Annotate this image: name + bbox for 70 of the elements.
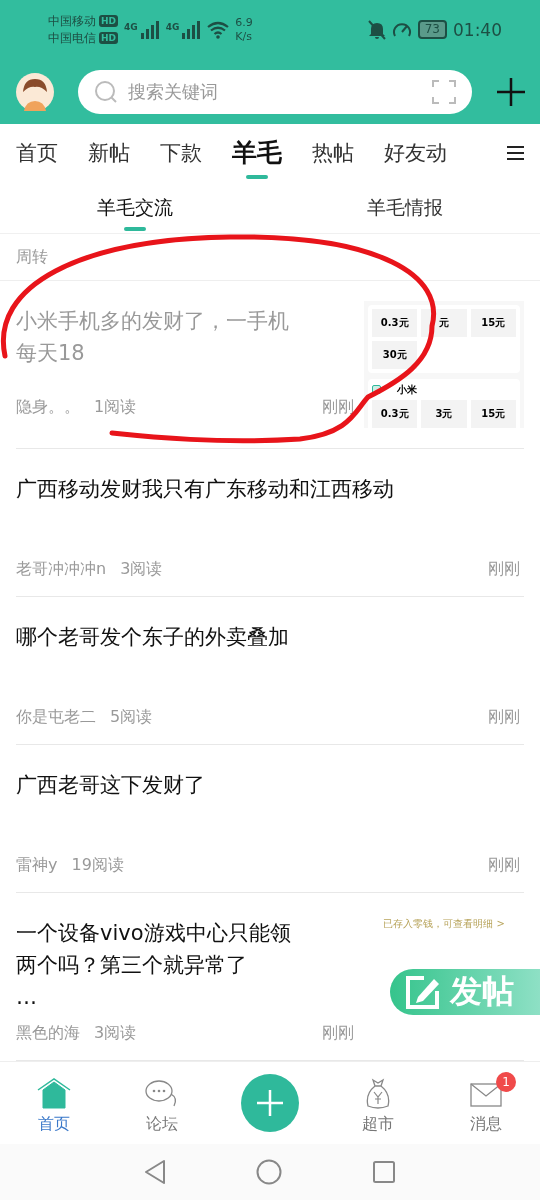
network-type: 4G [165,21,180,32]
post-time: 刚刚 [488,707,520,728]
edit-icon [404,973,442,1011]
search-icon [94,79,118,104]
amount-option: 30元 [372,341,418,369]
read-count: 19阅读 [71,855,124,876]
plus-icon [255,1088,285,1119]
home-button-icon[interactable] [256,1159,282,1186]
amount-option: 15元 [470,309,516,337]
read-count: 3阅读 [94,1023,137,1044]
post-title[interactable]: 哪个老哥发个东子的外卖叠加 [16,621,524,653]
menu-icon[interactable] [507,143,524,162]
avatar-icon[interactable] [16,72,54,111]
hd-badge: HD [99,32,118,45]
post-time: 刚刚 [322,1023,354,1044]
post-time: 刚刚 [488,559,520,580]
amount-option: 15元 [470,400,516,428]
amount-option: 0.3元 [372,309,418,337]
sub-tab[interactable]: 羊毛情报 [367,184,443,231]
network-speed: K/s [235,29,253,44]
category-tab[interactable]: 好友动 [384,128,447,177]
search-field[interactable]: 搜索关键词 [78,69,472,114]
signal-icon [139,20,160,39]
bell-muted-icon [367,19,386,40]
battery-level: 73 [417,20,447,40]
nav-item[interactable]: 超市 [348,1071,408,1135]
category-tab[interactable]: 羊毛 [232,126,282,180]
back-icon[interactable] [144,1159,166,1186]
signal-icon [181,20,202,39]
unread-badge: 1 [496,1071,516,1092]
amount-option: 0.3元 [372,400,418,428]
add-button[interactable] [241,1074,299,1133]
nav-item[interactable]: 首页 [24,1071,84,1135]
read-count: 5阅读 [110,707,153,728]
post-author: 黑色的海 [16,1023,80,1044]
nav-item[interactable]: 消息 1 [456,1071,516,1135]
sub-tab[interactable]: 羊毛交流 [97,184,173,231]
post-title[interactable]: 广西老哥这下发财了 [16,769,524,801]
post-title[interactable]: 广西移动发财我只有广东移动和江西移动 [16,473,524,505]
wallet-icon [372,385,381,395]
post-thumbnail[interactable]: 0.3元 元 15元 30元 小米 0.3元 3元 15元 [364,301,524,428]
post-author: 你是屯老二 [16,707,96,728]
thumbnail-text: 已存入零钱，可查看明细 > [383,917,505,931]
scan-icon[interactable] [432,79,456,104]
category-tab[interactable]: 热帖 [312,128,354,177]
hd-badge: HD [99,15,118,28]
carrier-name: 中国移动 [48,12,96,30]
section-label: 周转 [16,246,48,268]
home-icon [36,1077,72,1110]
post-time: 刚刚 [488,855,520,876]
clock: 01:40 [453,19,502,40]
read-count: 1阅读 [94,397,137,418]
post-author: 雷神y [16,855,58,876]
add-icon[interactable] [496,76,526,107]
post-author: 隐身。。 [16,397,80,418]
wifi-icon [207,20,230,39]
recents-icon[interactable] [372,1160,396,1185]
carrier-name: 中国电信 [48,29,96,47]
thumbnail-text: 小米 [397,383,417,397]
network-speed: 6.9 [235,15,253,30]
category-tab[interactable]: 首页 [16,128,58,177]
amount-option: 3元 [421,400,467,428]
read-count: 3阅读 [120,559,163,580]
nav-item[interactable]: 论坛 [132,1071,192,1135]
post-author: 老哥冲冲冲n [16,559,107,580]
post-time: 刚刚 [322,397,354,418]
post-title[interactable]: 一个设备vivo游戏中心只能领 两个吗？第三个就异常了 … [16,917,358,1013]
network-type: 4G [124,21,138,32]
category-tab[interactable]: 下款 [160,128,202,177]
category-tab[interactable]: 新帖 [88,128,130,177]
